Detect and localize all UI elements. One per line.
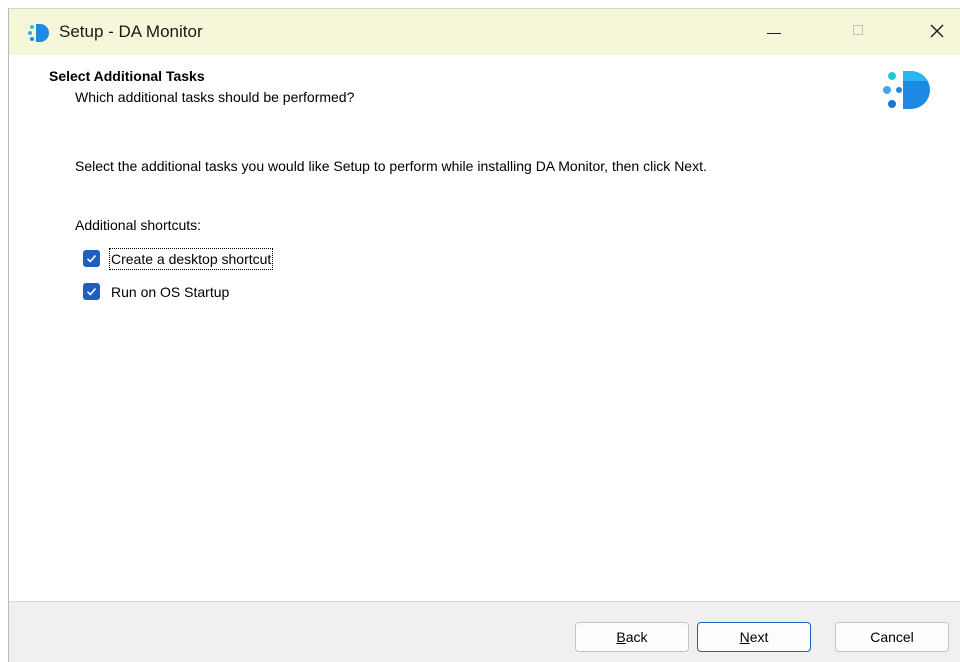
cancel-button[interactable]: Cancel <box>835 622 949 652</box>
title-bar[interactable]: Setup - DA Monitor <box>9 9 960 55</box>
page-subtitle: Which additional tasks should be perform… <box>75 89 355 105</box>
app-icon <box>28 24 49 42</box>
button-bar: Back Next Cancel <box>9 601 960 662</box>
setup-window: Setup - DA Monitor Select Additional Tas… <box>8 8 960 662</box>
back-button[interactable]: Back <box>575 622 689 652</box>
desktop-shortcut-checkbox[interactable] <box>83 250 100 267</box>
desktop-shortcut-label[interactable]: Create a desktop shortcut <box>108 248 274 270</box>
maximize-icon <box>853 25 863 35</box>
checkmark-icon <box>86 254 97 263</box>
maximize-button[interactable] <box>835 9 885 55</box>
instruction-text: Select the additional tasks you would li… <box>75 158 707 174</box>
minimize-button[interactable] <box>751 9 801 55</box>
next-button[interactable]: Next <box>697 622 811 652</box>
window-title: Setup - DA Monitor <box>59 22 203 41</box>
minimize-icon <box>767 33 781 34</box>
close-button[interactable] <box>913 9 960 55</box>
close-icon <box>930 24 944 38</box>
page-title: Select Additional Tasks <box>49 68 205 84</box>
checkmark-icon <box>86 287 97 296</box>
run-on-startup-label[interactable]: Run on OS Startup <box>110 282 230 302</box>
run-on-startup-checkbox[interactable] <box>83 283 100 300</box>
app-logo <box>883 71 930 109</box>
additional-shortcuts-label: Additional shortcuts: <box>75 217 202 233</box>
